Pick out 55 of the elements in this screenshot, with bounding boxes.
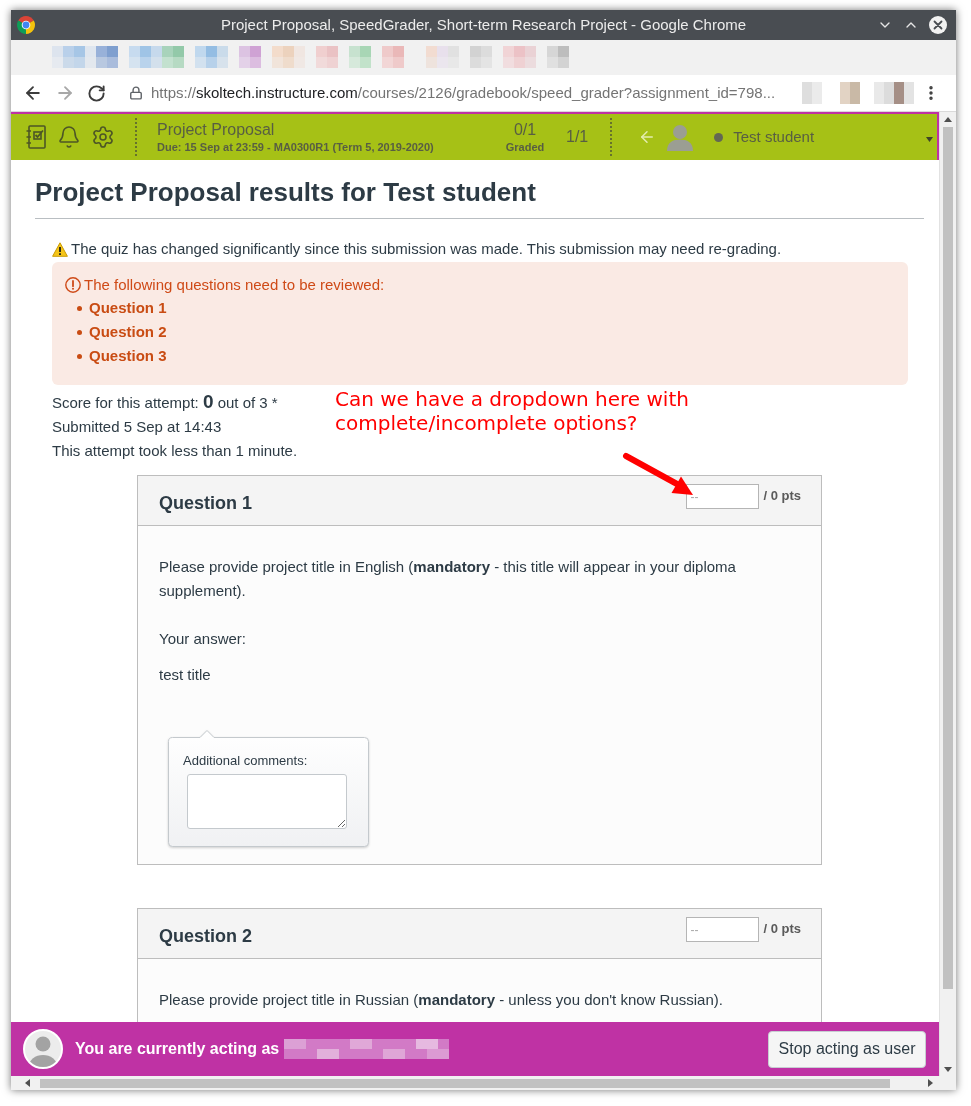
address-field[interactable]: https://skoltech.instructure.com/courses/2126/gradebook/speed_grader?assignment_id=798...	[151, 83, 776, 103]
reload-icon[interactable]	[87, 83, 106, 103]
notebook-check-icon[interactable]	[25, 125, 47, 149]
student-avatar-icon	[666, 123, 695, 151]
question-prompt: Please provide project title in English (mandatory - this title will appear in your diploma supplement).	[159, 557, 737, 601]
warning-icon	[52, 241, 68, 257]
scroll-up-icon[interactable]	[944, 117, 952, 122]
scrollbar-thumb[interactable]	[40, 1078, 890, 1088]
settings-icon[interactable]	[91, 125, 115, 149]
bullet-icon	[77, 305, 82, 311]
masquerade-message: You are currently acting as	[75, 1039, 280, 1059]
answer-label: Your answer:	[159, 629, 246, 649]
question-title: Question 2	[159, 925, 252, 948]
scroll-left-icon[interactable]	[25, 1079, 30, 1087]
attempt-score: Score for this attempt: 0 out of 3 *	[52, 390, 278, 414]
attempt-duration: This attempt took less than 1 minute.	[52, 441, 298, 461]
question-prompt: Please provide project title in Russian (mandatory - unless you don't know Russian).	[159, 990, 723, 1010]
scrollbar-thumb[interactable]	[943, 127, 953, 989]
bullet-icon	[77, 329, 82, 335]
assignment-title[interactable]: Project Proposal	[157, 120, 275, 140]
student-dropdown[interactable]: Test student	[714, 122, 937, 152]
lock-icon	[129, 86, 143, 100]
points-field[interactable]: --	[686, 917, 760, 942]
bullet-icon	[77, 353, 82, 359]
window-title: Project Proposal, SpeedGrader, Short-term Research Project - Google Chrome	[220, 15, 747, 35]
page-heading: Project Proposal results for Test student	[35, 176, 537, 209]
scroll-down-icon[interactable]	[944, 1067, 952, 1072]
points-total: / 0 pts	[763, 921, 801, 937]
question-link[interactable]: Question 1	[89, 298, 167, 318]
submission-position: 1/1	[566, 127, 589, 147]
alert-title: The following questions need to be reviewed:	[84, 275, 385, 295]
scroll-right-icon[interactable]	[928, 1079, 933, 1087]
caret-icon	[926, 136, 933, 142]
comments-label: Additional comments:	[183, 753, 308, 769]
question-link[interactable]: Question 3	[89, 346, 167, 366]
assignment-due-date: Due: 15 Sep at 23:59 - MA0300R1 (Term 5, 2019-2020)	[157, 140, 434, 154]
browser-logo-icon	[17, 16, 35, 34]
status-dot-icon	[714, 132, 724, 142]
close-icon[interactable]	[929, 16, 947, 34]
points-field[interactable]: --	[686, 484, 760, 509]
points-total: / 0 pts	[763, 488, 801, 504]
comment-field[interactable]	[187, 774, 347, 829]
stop-acting-button[interactable]: Stop acting as user	[768, 1030, 926, 1068]
annotation-note: Can we have a dropdown here with complete/incomplete options?	[335, 387, 690, 435]
back-icon[interactable]	[23, 83, 43, 103]
question-title: Question 1	[159, 492, 252, 515]
bell-icon[interactable]	[57, 125, 81, 149]
graded-label: Graded	[505, 140, 545, 154]
alert-icon	[65, 277, 81, 293]
user-avatar-icon	[23, 1029, 63, 1069]
graded-count: 0/1	[513, 120, 537, 140]
question-link[interactable]: Question 2	[89, 322, 167, 342]
answer-text: test title	[159, 665, 211, 685]
warning-message: The quiz has changed significantly since this submission was made. This submission may need re-grading.	[71, 239, 782, 259]
submitted-time: Submitted 5 Sep at 14:43	[52, 417, 222, 437]
